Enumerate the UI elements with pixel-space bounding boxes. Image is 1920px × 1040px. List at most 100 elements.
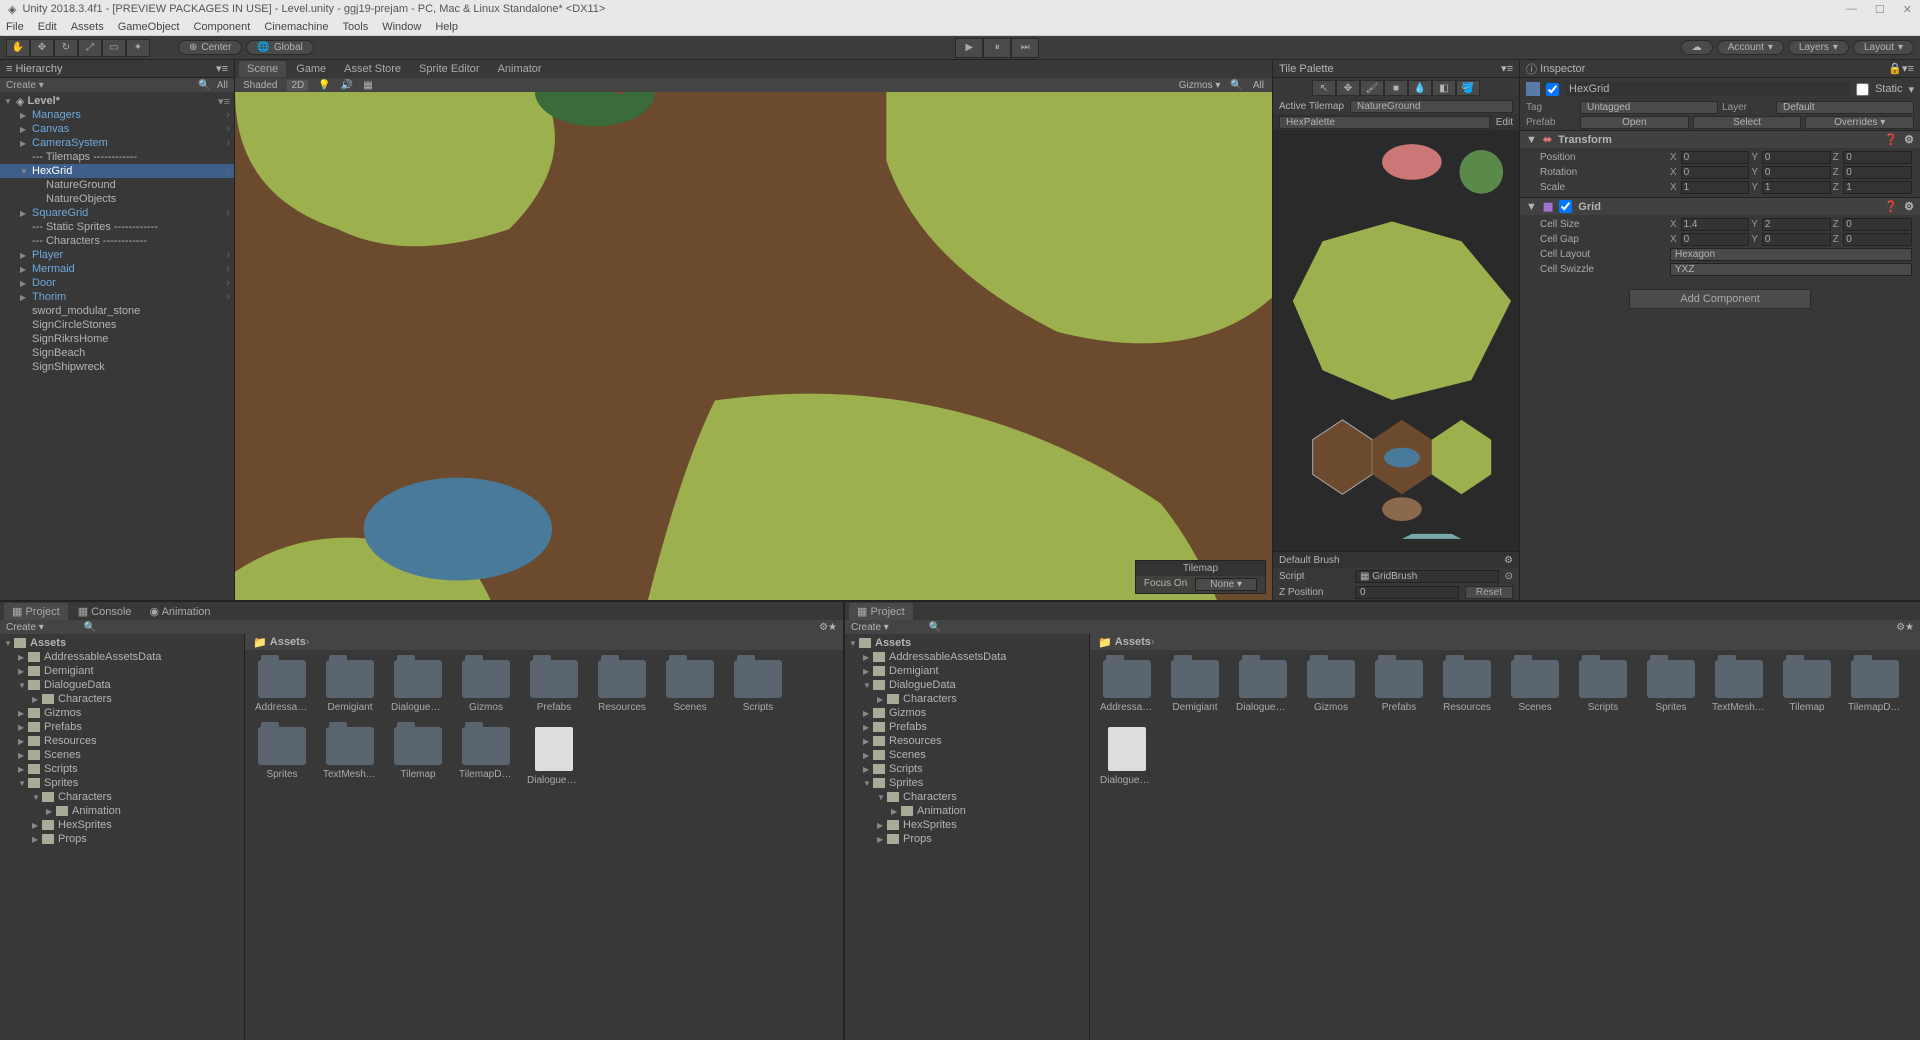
create-dropdown[interactable]: Create ▾ xyxy=(851,622,889,633)
brush-menu-icon[interactable]: ⚙ xyxy=(1504,555,1513,566)
tree-item[interactable]: ▶HexSprites xyxy=(845,818,1089,832)
asset-item[interactable]: TilemapData xyxy=(459,727,513,786)
help-icon[interactable]: ❓ xyxy=(1884,133,1898,146)
asset-item[interactable]: Demigiant xyxy=(323,660,377,713)
cell-size-x[interactable] xyxy=(1681,218,1750,231)
tab-sprite-editor[interactable]: Sprite Editor xyxy=(411,61,488,77)
play-button[interactable]: ▶ xyxy=(955,38,983,58)
fav-icon[interactable]: ★ xyxy=(1905,622,1914,633)
palette-viewport[interactable] xyxy=(1273,130,1519,551)
asset-item[interactable]: Scenes xyxy=(663,660,717,713)
asset-item[interactable]: TextMesh P... xyxy=(1712,660,1766,713)
tree-item[interactable]: ▶Animation xyxy=(0,804,244,818)
gameobject-icon[interactable] xyxy=(1526,82,1540,96)
rotation-x[interactable] xyxy=(1681,166,1750,179)
rotation-z[interactable] xyxy=(1843,166,1912,179)
tab-asset-store[interactable]: Asset Store xyxy=(336,61,409,77)
tree-item[interactable]: ▶AddressableAssetsData xyxy=(845,650,1089,664)
tree-item[interactable]: ▶Prefabs xyxy=(0,720,244,734)
tree-item[interactable]: ▶Gizmos xyxy=(845,706,1089,720)
asset-item[interactable]: DialogueDa... xyxy=(1100,727,1154,786)
rotation-y[interactable] xyxy=(1762,166,1831,179)
asset-item[interactable]: Sprites xyxy=(255,727,309,786)
asset-item[interactable]: Prefabs xyxy=(527,660,581,713)
active-tilemap-dropdown[interactable]: NatureGround xyxy=(1350,100,1513,113)
position-y[interactable] xyxy=(1762,151,1831,164)
tp-fill-tool[interactable]: 🪣 xyxy=(1456,80,1480,96)
asset-item[interactable]: Prefabs xyxy=(1372,660,1426,713)
transform-header[interactable]: ▼ ⬌ Transform❓ ⚙ xyxy=(1520,130,1920,148)
tree-item[interactable]: ▶Resources xyxy=(845,734,1089,748)
menu-file[interactable]: File xyxy=(6,21,24,33)
move-tool-button[interactable]: ✥ xyxy=(30,39,54,57)
asset-item[interactable]: TextMesh P... xyxy=(323,727,377,786)
asset-item[interactable]: TilemapData xyxy=(1848,660,1902,713)
transform-tool-button[interactable]: ✦ xyxy=(126,39,150,57)
menu-gameobject[interactable]: GameObject xyxy=(118,21,180,33)
grid-enabled-checkbox[interactable] xyxy=(1559,200,1572,213)
tree-item[interactable]: ▼DialogueData xyxy=(0,678,244,692)
script-field[interactable]: ▦ GridBrush xyxy=(1355,570,1499,583)
tree-item[interactable]: ▶Scenes xyxy=(0,748,244,762)
layout-dropdown[interactable]: Layout ▾ xyxy=(1853,40,1914,55)
tab-console[interactable]: ▦ Console xyxy=(70,603,140,620)
hierarchy-item[interactable]: ▶Canvas› xyxy=(0,122,234,136)
tree-item[interactable]: ▶Animation xyxy=(845,804,1089,818)
tp-eraser-tool[interactable]: ◧ xyxy=(1432,80,1456,96)
cell-size-z[interactable] xyxy=(1843,218,1912,231)
scale-tool-button[interactable]: ⤢ xyxy=(78,39,102,57)
scene-search[interactable]: All xyxy=(1253,80,1264,91)
menu-tools[interactable]: Tools xyxy=(343,21,369,33)
gizmos-dropdown[interactable]: Gizmos ▾ xyxy=(1179,80,1221,91)
hierarchy-item[interactable]: SignRikrsHome xyxy=(0,332,234,346)
cloud-button[interactable]: ☁ xyxy=(1681,40,1713,55)
breadcrumb[interactable]: Assets xyxy=(270,636,306,648)
layer-dropdown[interactable]: Default xyxy=(1776,101,1914,114)
menu-assets[interactable]: Assets xyxy=(71,21,104,33)
scale-x[interactable] xyxy=(1681,181,1750,194)
hand-tool-button[interactable]: ✋ xyxy=(6,39,30,57)
close-icon[interactable]: ✕ xyxy=(1903,3,1912,16)
tree-item[interactable]: ▼Characters xyxy=(845,790,1089,804)
filter-icon[interactable]: ⚙ xyxy=(819,622,828,633)
asset-item[interactable]: DialogueDa... xyxy=(1236,660,1290,713)
maximize-icon[interactable]: ☐ xyxy=(1875,3,1885,16)
tp-brush-tool[interactable]: 🖌 xyxy=(1360,80,1384,96)
menu-window[interactable]: Window xyxy=(382,21,421,33)
help-icon[interactable]: ❓ xyxy=(1884,200,1898,213)
cell-gap-y[interactable] xyxy=(1762,233,1831,246)
grid-header[interactable]: ▼ ▦ Grid❓ ⚙ xyxy=(1520,197,1920,215)
zpos-field[interactable]: 0 xyxy=(1355,586,1459,599)
tree-item[interactable]: ▶Characters xyxy=(845,692,1089,706)
tab-animator[interactable]: Animator xyxy=(490,61,550,77)
tree-item[interactable]: ▶Gizmos xyxy=(0,706,244,720)
asset-item[interactable]: DialogueDa... xyxy=(527,727,581,786)
hierarchy-item[interactable]: ▶Door› xyxy=(0,276,234,290)
tree-item[interactable]: ▼Characters xyxy=(0,790,244,804)
tree-item[interactable]: ▶Demigiant xyxy=(845,664,1089,678)
open-button[interactable]: Open xyxy=(1580,116,1689,129)
tree-item[interactable]: ▼Sprites xyxy=(0,776,244,790)
tag-dropdown[interactable]: Untagged xyxy=(1580,101,1718,114)
hierarchy-item[interactable]: ▶Managers› xyxy=(0,108,234,122)
panel-menu-icon[interactable]: ▾≡ xyxy=(216,62,228,75)
tp-picker-tool[interactable]: 💧 xyxy=(1408,80,1432,96)
asset-item[interactable]: Demigiant xyxy=(1168,660,1222,713)
select-button[interactable]: Select xyxy=(1693,116,1802,129)
tab-animation[interactable]: ◉ Animation xyxy=(142,603,219,620)
hierarchy-item[interactable]: SignShipwreck xyxy=(0,360,234,374)
create-dropdown[interactable]: Create ▾ xyxy=(6,622,44,633)
hierarchy-item[interactable]: --- Characters ------------ xyxy=(0,234,234,248)
tree-item[interactable]: ▶Props xyxy=(845,832,1089,846)
asset-item[interactable]: Resources xyxy=(595,660,649,713)
tree-item[interactable]: ▼Assets xyxy=(0,636,244,650)
asset-item[interactable]: DialogueDa... xyxy=(391,660,445,713)
tree-item[interactable]: ▶Resources xyxy=(0,734,244,748)
create-dropdown[interactable]: Create ▾ xyxy=(6,80,44,91)
scale-y[interactable] xyxy=(1762,181,1831,194)
position-x[interactable] xyxy=(1681,151,1750,164)
hierarchy-item[interactable]: ▶Thorim› xyxy=(0,290,234,304)
asset-item[interactable]: Gizmos xyxy=(1304,660,1358,713)
tree-item[interactable]: ▼DialogueData xyxy=(845,678,1089,692)
menu-help[interactable]: Help xyxy=(435,21,458,33)
